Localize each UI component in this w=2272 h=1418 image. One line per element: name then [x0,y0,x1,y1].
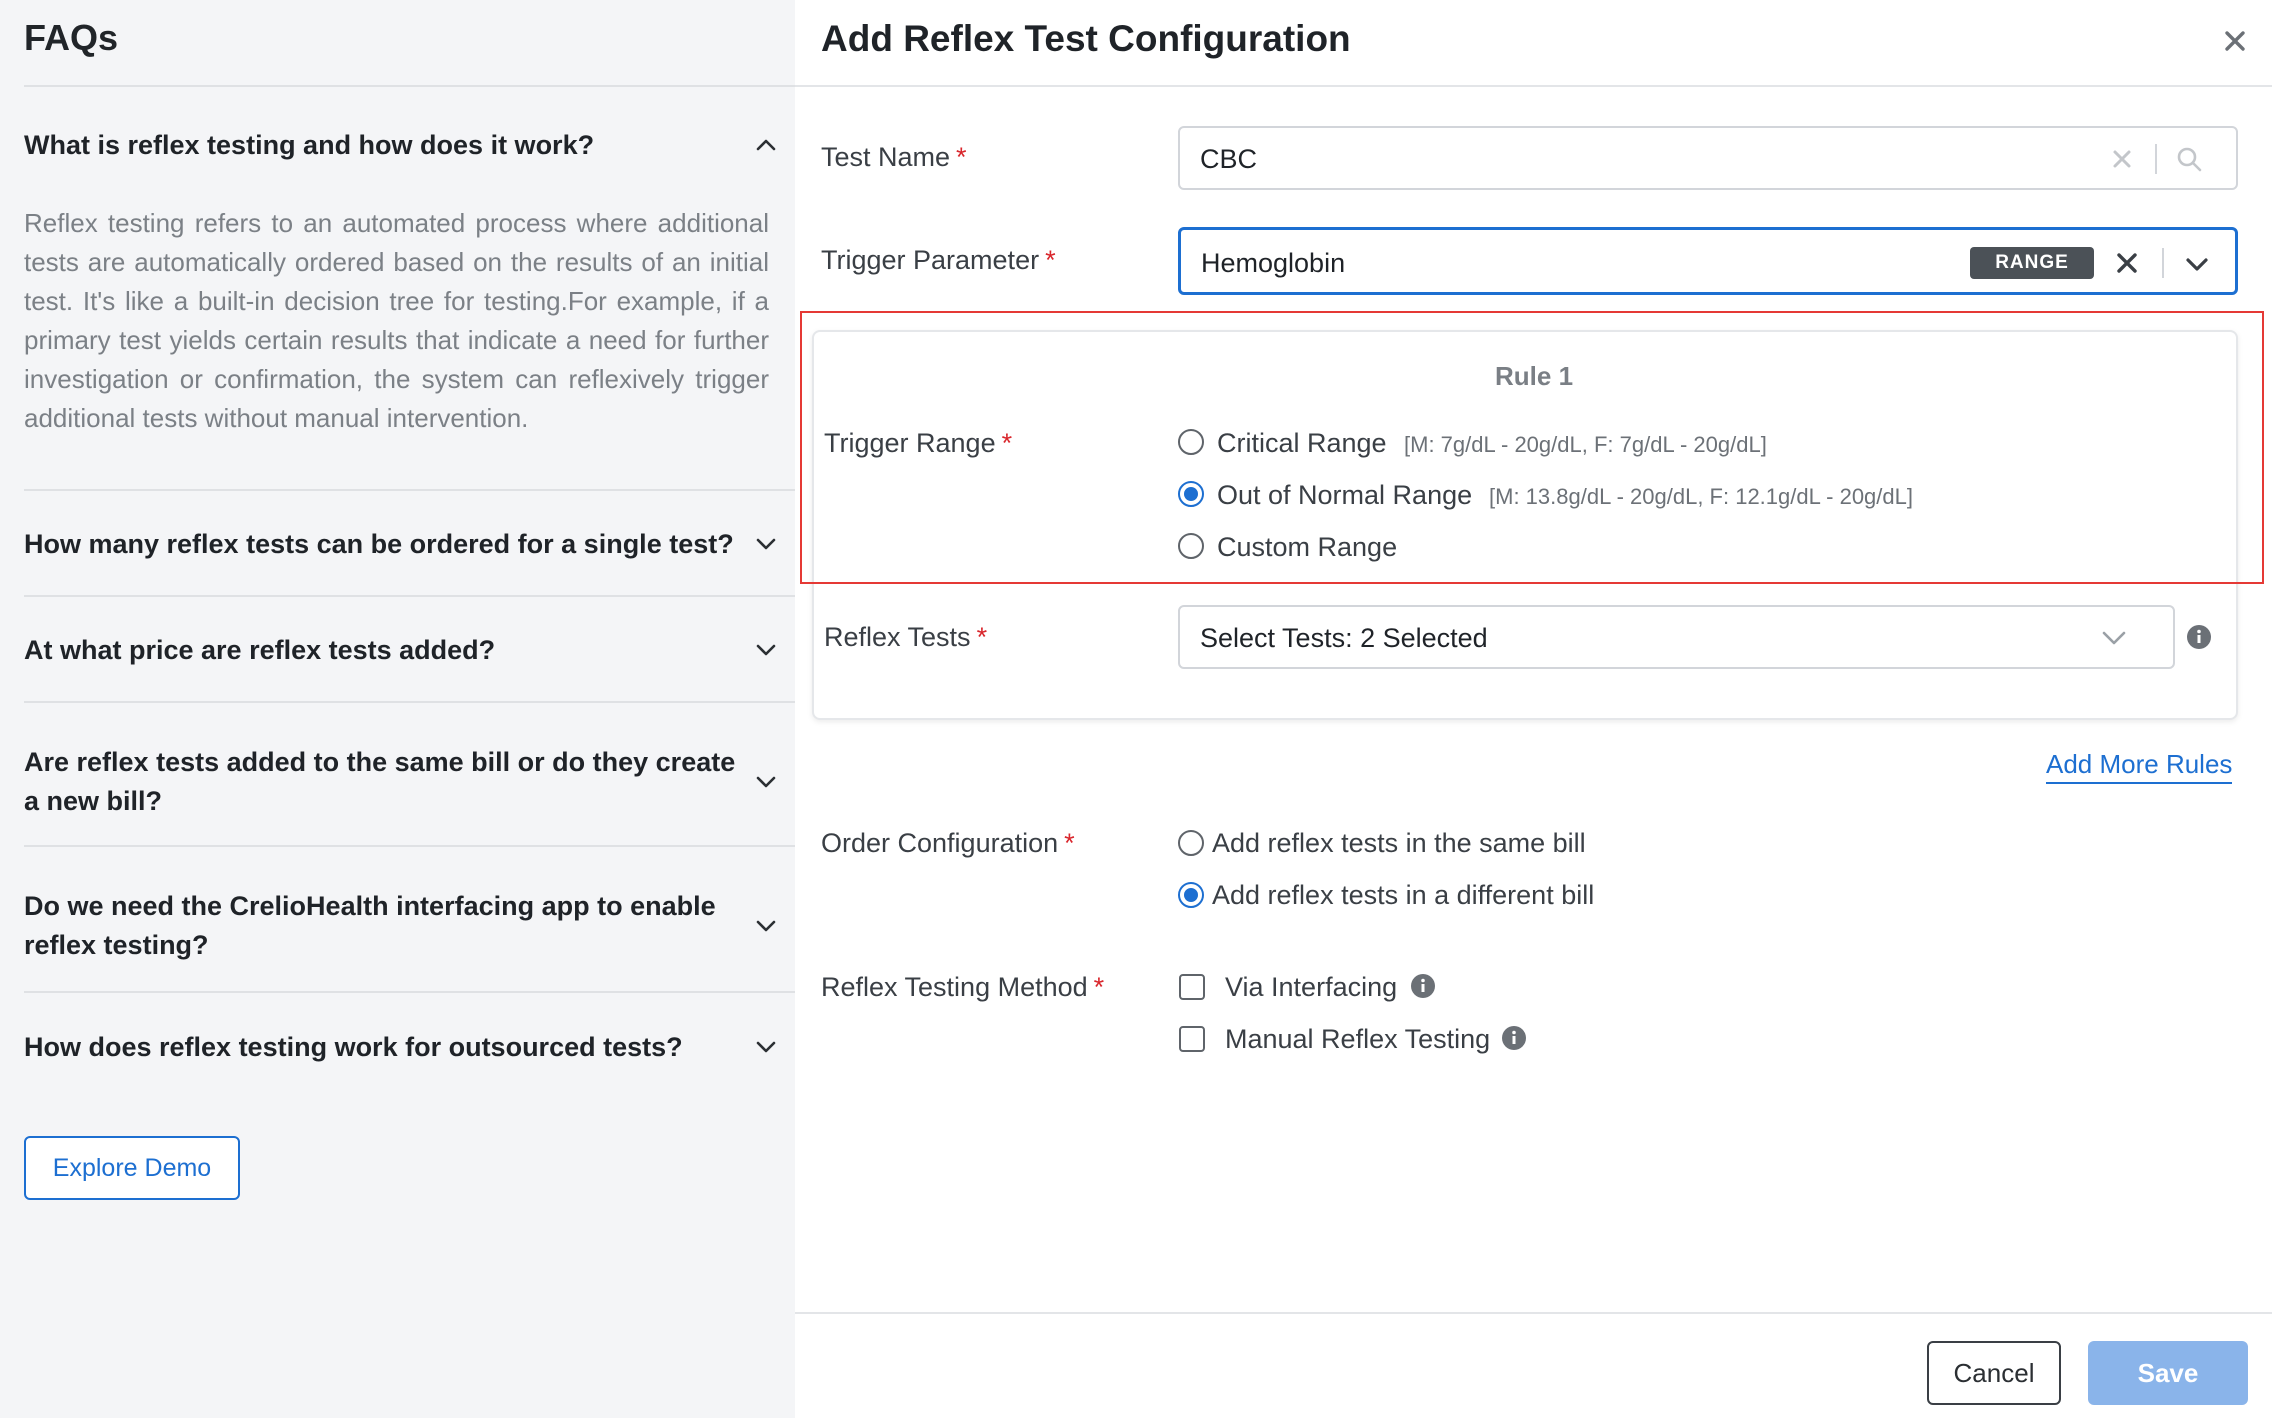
chevron-down-icon[interactable] [2100,624,2128,652]
faq-question-toggle[interactable]: At what price are reflex tests added? [24,628,795,672]
faq-answer: Reflex testing refers to an automated pr… [24,208,769,433]
faq-question: How many reflex tests can be ordered for… [24,528,734,559]
faq-question-toggle[interactable]: How many reflex tests can be ordered for… [24,522,795,566]
faq-question: Do we need the CrelioHealth interfacing … [24,891,716,960]
clear-icon[interactable] [2110,147,2134,171]
faq-item-2[interactable]: At what price are reflex tests added? [24,599,795,703]
reflex-tests-label: Reflex Tests * [824,622,987,653]
modal-title: Add Reflex Test Configuration [821,18,1351,59]
different-bill-radio[interactable] [1178,882,1204,908]
trigger-parameter-label-text: Trigger Parameter [821,245,1040,275]
chevron-down-icon [756,920,776,932]
required-marker: * [956,142,967,172]
chevron-down-icon[interactable] [2183,250,2211,278]
trigger-parameter-label: Trigger Parameter * [821,245,1056,276]
faq-question-toggle[interactable]: Do we need the CrelioHealth interfacing … [24,887,795,965]
input-divider [2162,248,2164,278]
info-icon[interactable] [1501,1025,1527,1051]
cancel-button[interactable]: Cancel [1927,1341,2061,1405]
reflex-tests-value: Select Tests: 2 Selected [1200,623,1488,653]
explore-demo-button[interactable]: Explore Demo [24,1136,240,1200]
reflex-method-label: Reflex Testing Method * [821,972,1104,1003]
same-bill-label[interactable]: Add reflex tests in the same bill [1212,828,1586,859]
via-interfacing-label[interactable]: Via Interfacing [1225,972,1397,1003]
clear-icon[interactable] [2114,250,2140,276]
add-more-rules-link[interactable]: Add More Rules [2046,749,2233,784]
required-marker: * [1093,972,1105,1002]
chevron-down-icon [756,776,776,788]
save-button[interactable]: Save [2088,1341,2248,1405]
manual-reflex-checkbox[interactable] [1179,1026,1205,1052]
reflex-tests-label-text: Reflex Tests [824,622,971,652]
reflex-config-modal: Add Reflex Test Configuration Test Name *… [795,0,2272,1418]
faq-question: Are reflex tests added to the same bill … [24,747,736,816]
via-interfacing-checkbox[interactable] [1179,974,1205,1000]
chevron-down-icon [756,1041,776,1053]
chevron-down-icon [756,644,776,656]
search-icon[interactable] [2175,145,2203,173]
range-badge: RANGE [1970,247,2094,279]
reflex-tests-select[interactable]: Select Tests: 2 Selected [1178,605,2175,669]
faq-question-toggle[interactable]: What is reflex testing and how does it w… [24,123,795,167]
different-bill-label[interactable]: Add reflex tests in a different bill [1212,880,1594,911]
close-icon[interactable] [2221,27,2249,55]
manual-reflex-label[interactable]: Manual Reflex Testing [1225,1024,1490,1055]
test-name-label: Test Name * [821,142,967,173]
faq-item-4[interactable]: Do we need the CrelioHealth interfacing … [24,849,795,993]
test-name-label-text: Test Name [821,142,951,172]
faq-item-1[interactable]: How many reflex tests can be ordered for… [24,493,795,597]
faq-item-0: What is reflex testing and how does it w… [24,87,795,491]
order-configuration-label-text: Order Configuration [821,828,1059,858]
faq-question-toggle[interactable]: How does reflex testing work for outsour… [24,1025,795,1069]
same-bill-radio[interactable] [1178,830,1204,856]
order-configuration-label: Order Configuration * [821,828,1075,859]
required-marker: * [976,622,988,652]
faq-question: What is reflex testing and how does it w… [24,129,595,160]
info-icon[interactable] [2186,624,2212,650]
test-name-input[interactable]: CBC [1178,126,2238,190]
faq-title: FAQs [24,17,119,58]
reflex-method-label-text: Reflex Testing Method [821,972,1088,1002]
faq-item-3[interactable]: Are reflex tests added to the same bill … [24,705,795,847]
test-name-value: CBC [1200,144,1258,174]
info-icon[interactable] [1410,973,1436,999]
trigger-parameter-select[interactable]: Hemoglobin RANGE [1178,227,2238,295]
required-marker: * [1064,828,1075,858]
faq-question: How does reflex testing work for outsour… [24,1031,683,1062]
chevron-down-icon [756,538,776,550]
trigger-parameter-value: Hemoglobin [1201,248,1346,278]
faq-question-toggle[interactable]: Are reflex tests added to the same bill … [24,743,795,821]
input-divider [2155,144,2157,174]
highlight-box [800,311,2264,584]
header-divider [795,85,2272,87]
faq-question: At what price are reflex tests added? [24,634,496,665]
faq-panel: FAQs What is reflex testing and how does… [0,0,795,1418]
chevron-up-icon [756,139,776,151]
faq-item-5[interactable]: How does reflex testing work for outsour… [24,995,795,1099]
footer-divider [795,1312,2272,1314]
required-marker: * [1045,245,1056,275]
